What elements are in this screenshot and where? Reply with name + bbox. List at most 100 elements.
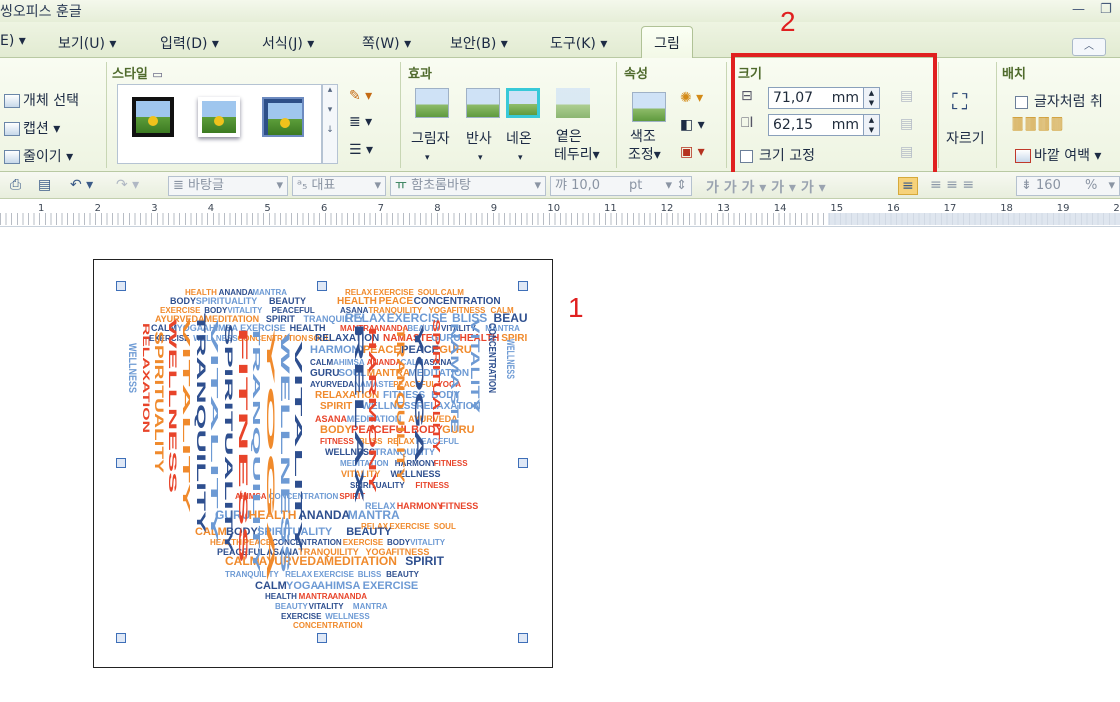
color-adjust-button[interactable]: 색조 조정▾: [628, 128, 661, 164]
wrap-style-buttons[interactable]: 🀫🀫🀫🀫: [1012, 116, 1065, 132]
soft-edge-button[interactable]: 옅은 테두리▾: [554, 128, 600, 164]
style-thumb-shadow[interactable]: [198, 97, 240, 137]
brightness-button[interactable]: ✺ ▾: [680, 90, 703, 106]
wordcloud-word: BEAUTY: [346, 526, 392, 538]
menu-page[interactable]: 쪽(W) ▾: [362, 33, 411, 53]
resize-handle-se[interactable]: [518, 633, 528, 643]
select-object-icon: [4, 94, 20, 108]
ruler-number: 6: [321, 203, 328, 214]
picture-style-gallery: [117, 84, 322, 164]
shrink-button[interactable]: 줄이기 ▾: [4, 146, 73, 166]
align-center-icon: ≡ ≡ ≡: [930, 177, 975, 193]
shrink-icon: [4, 150, 20, 164]
menu-insert[interactable]: 입력(D) ▾: [160, 33, 219, 53]
resize-handle-n[interactable]: [317, 281, 327, 291]
style-group-label: 스타일 ▭: [112, 67, 163, 82]
wordcloud-word-vertical: WELLNESS: [278, 333, 292, 573]
preview-icon[interactable]: ▤: [38, 177, 51, 193]
menu-edit[interactable]: E) ▾: [0, 33, 26, 49]
ruler-number: 4: [207, 203, 215, 214]
wordcloud-word: AYURVEDA: [310, 380, 354, 389]
menu-view[interactable]: 보기(U) ▾: [58, 33, 116, 53]
minimize-button[interactable]: —: [1072, 2, 1085, 17]
wordcloud-word: BEAUTY: [275, 602, 309, 611]
wordcloud-word-vertical: RELAX: [352, 323, 366, 503]
arrange-group-label: 배치: [1002, 67, 1026, 82]
wordcloud-word: WELLNESS: [325, 612, 370, 621]
neon-effect-icon: [506, 88, 540, 118]
crop-icon: ⛶: [952, 90, 968, 115]
resize-handle-nw[interactable]: [116, 281, 126, 291]
reflection-button[interactable]: 반사 ▾: [466, 128, 492, 164]
wordcloud-word-vertical: TRANQUILITY: [250, 323, 261, 574]
wordcloud-word-vertical: HARMONY: [366, 327, 377, 494]
wordcloud-word-vertical: WELLNESS: [504, 339, 516, 379]
resize-handle-e[interactable]: [518, 458, 528, 468]
outer-margin-button[interactable]: 바깥 여백 ▾: [1015, 145, 1101, 165]
style-thumb-blue-frame[interactable]: [262, 97, 304, 137]
menu-tools[interactable]: 도구(K) ▾: [550, 33, 607, 53]
wordcloud-word: CALM: [310, 358, 333, 367]
caption-button[interactable]: 캡션 ▾: [4, 118, 60, 138]
neon-button[interactable]: 네온 ▾: [506, 128, 532, 164]
caption-icon: [4, 122, 20, 136]
wordcloud-word: SPIRIT: [405, 554, 444, 568]
wordcloud-word: EXERCISE: [389, 522, 430, 531]
group-divider: [938, 62, 939, 168]
shadow-button[interactable]: 그림자 ▾: [411, 128, 450, 164]
wordcloud-word: FITNESS: [434, 459, 468, 468]
wordcloud-word: SPIRIT: [320, 401, 352, 412]
ribbon-collapse-button[interactable]: ︿: [1072, 38, 1106, 56]
style-select[interactable]: ≣ 바탕글 ▾: [168, 176, 288, 196]
color-adjust-icon: [632, 92, 666, 122]
ruler-number: 2: [94, 203, 101, 214]
treat-as-char-checkbox[interactable]: 글자처럼 취: [1015, 91, 1103, 111]
group-divider: [996, 62, 997, 168]
crop-button[interactable]: 자르기: [946, 128, 985, 148]
style-thumb-black-frame[interactable]: [132, 97, 174, 137]
hwp-window: 씽오피스 훈글 — ❐ E) ▾ 보기(U) ▾ 입력(D) ▾ 서식(J) ▾…: [0, 0, 1120, 702]
wordcloud-word: SPIRITUALITY: [196, 296, 258, 306]
wordcloud-word: EXERCISE: [313, 570, 354, 579]
contrast-button[interactable]: ◧ ▾: [680, 117, 705, 133]
wordcloud-word-vertical: VITALITY: [180, 317, 191, 514]
wordcloud-word: ANANDA: [298, 508, 350, 522]
select-object-button[interactable]: 개체 선택: [4, 90, 79, 110]
print-icon[interactable]: ⎙: [10, 177, 21, 193]
wordcloud-word-vertical: YOGA: [264, 327, 276, 583]
resize-handle-sw[interactable]: [116, 633, 126, 643]
wordcloud-word: VITALITY: [410, 538, 446, 547]
ruler-number: 18: [1000, 203, 1013, 214]
line-weight-button[interactable]: ☰ ▾: [349, 142, 373, 158]
soft-edge-effect-icon: [556, 88, 590, 118]
tab-picture[interactable]: 그림: [641, 26, 693, 59]
treat-as-char-check-icon: [1015, 95, 1028, 109]
resize-handle-s[interactable]: [317, 633, 327, 643]
wordcloud-word: BODY: [170, 296, 196, 306]
group-divider: [400, 62, 401, 168]
gallery-scroll[interactable]: ▴ ▾ ↓: [322, 84, 338, 164]
line-spacing-input[interactable]: ⇟ 160% ▾: [1016, 176, 1120, 196]
group-divider: [616, 62, 617, 168]
group-divider: [726, 62, 727, 168]
resize-handle-ne[interactable]: [518, 281, 528, 291]
menu-security[interactable]: 보안(B) ▾: [450, 33, 508, 53]
line-style-button[interactable]: ≣ ▾: [349, 114, 372, 130]
menu-format[interactable]: 서식(J) ▾: [262, 33, 314, 53]
wordcloud-word-vertical: VITALITY: [468, 319, 482, 413]
restore-button[interactable]: ❐: [1100, 2, 1112, 17]
wordcloud-word: CONCENTRATION: [293, 621, 363, 630]
undo-icon[interactable]: ↶ ▾: [70, 177, 93, 193]
picture-effect-button[interactable]: ▣ ▾: [680, 144, 705, 160]
representative-font-select[interactable]: ᵃ₅ 대표 ▾: [292, 176, 386, 196]
ruler-number: 14: [773, 203, 787, 214]
resize-handle-w[interactable]: [116, 458, 126, 468]
window-title: 씽오피스 훈글: [0, 4, 82, 20]
font-select[interactable]: ㅠ 함초롬바탕 ▾: [390, 176, 546, 196]
align-left-icon[interactable]: ≡: [898, 177, 918, 195]
line-color-button[interactable]: ✎ ▾: [349, 88, 372, 104]
ruler-number: 10: [547, 203, 561, 214]
wordcloud-word: HEALTH: [265, 592, 297, 601]
font-size-input[interactable]: 꺄 10,0 pt ▾ ⇕: [550, 176, 692, 196]
wordcloud-word: BODY: [320, 424, 352, 436]
